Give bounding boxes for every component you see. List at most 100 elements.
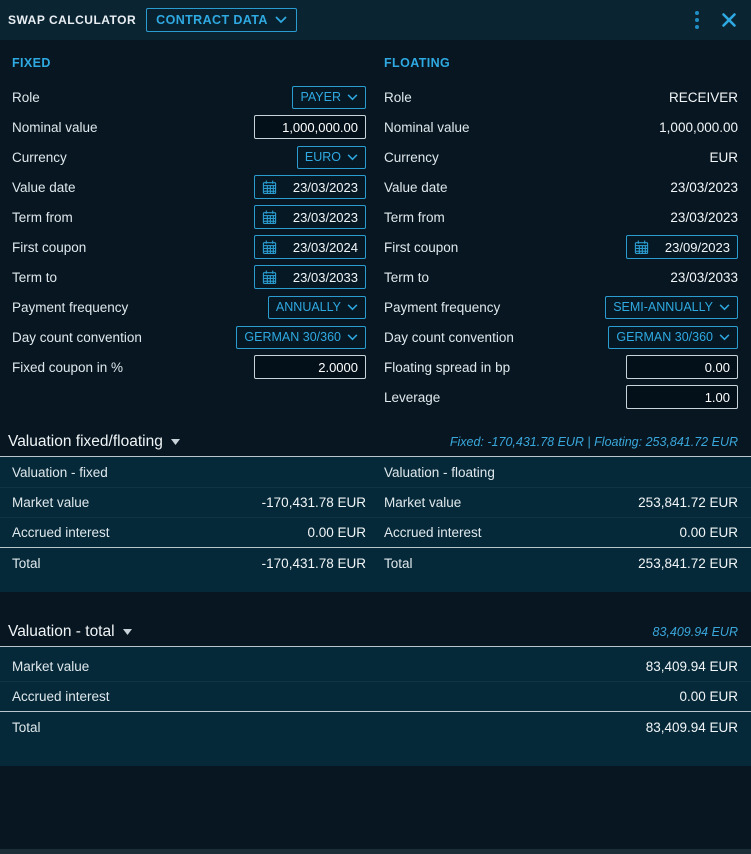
valuation-total-toggle[interactable]: Valuation - total bbox=[8, 623, 132, 641]
payment-frequency-dropdown-value: ANNUALLY bbox=[276, 300, 341, 314]
first-coupon-datepicker[interactable]: 23/09/2023 bbox=[626, 235, 738, 259]
leverage-input[interactable] bbox=[626, 385, 738, 409]
fixed-column: FIXED Role PAYER Nominal value Currency … bbox=[12, 56, 366, 412]
date-value: 23/03/2023 bbox=[283, 180, 358, 195]
market-value-band: Market value -170,431.78 EUR Market valu… bbox=[0, 487, 751, 517]
valuation-fixed-floating-panel: Valuation - fixed Valuation - floating M… bbox=[0, 457, 751, 592]
field-row-floating-spread: Floating spread in bp bbox=[384, 352, 738, 382]
floating-spread-input[interactable] bbox=[626, 355, 738, 379]
field-row-currency: Currency EURO bbox=[12, 142, 366, 172]
row-label: Market value bbox=[12, 495, 89, 510]
field-label: Value date bbox=[384, 180, 448, 195]
day-count-dropdown-value: GERMAN 30/360 bbox=[244, 330, 341, 344]
payment-frequency-dropdown[interactable]: SEMI-ANNUALLY bbox=[605, 296, 738, 319]
total-value: 253,841.72 EUR bbox=[638, 556, 738, 571]
window-bottom-edge bbox=[0, 849, 751, 854]
valuation-fixed-floating-toggle[interactable]: Valuation fixed/floating bbox=[8, 433, 180, 451]
caret-down-icon bbox=[123, 629, 132, 635]
field-label: Role bbox=[12, 90, 40, 105]
nominal-value: 1,000,000.00 bbox=[659, 120, 738, 135]
calendar-icon bbox=[262, 240, 277, 255]
value-date-datepicker[interactable]: 23/03/2023 bbox=[254, 175, 366, 199]
field-row-term-from: Term from 23/03/2023 bbox=[12, 202, 366, 232]
field-label: Payment frequency bbox=[384, 300, 500, 315]
field-row-day-count: Day count convention GERMAN 30/360 bbox=[384, 322, 738, 352]
contract-data-dropdown[interactable]: CONTRACT DATA bbox=[146, 8, 297, 32]
field-row-value-date: Value date 23/03/2023 bbox=[12, 172, 366, 202]
field-row-term-to: Term to 23/03/2033 bbox=[384, 262, 738, 292]
field-label: Fixed coupon in % bbox=[12, 360, 123, 375]
day-count-convention-dropdown[interactable]: GERMAN 30/360 bbox=[236, 326, 366, 349]
payment-frequency-dropdown-value: SEMI-ANNUALLY bbox=[613, 300, 713, 314]
day-count-dropdown-value: GERMAN 30/360 bbox=[616, 330, 713, 344]
valuation-floating-header: Valuation - floating bbox=[384, 465, 495, 480]
field-label: Day count convention bbox=[12, 330, 142, 345]
field-label: Term from bbox=[12, 210, 73, 225]
calendar-icon bbox=[262, 180, 277, 195]
field-row-term-from: Term from 23/03/2023 bbox=[384, 202, 738, 232]
total-band: Total -170,431.78 EUR Total 253,841.72 E… bbox=[0, 548, 751, 578]
field-label: Floating spread in bp bbox=[384, 360, 510, 375]
caret-down-icon bbox=[171, 439, 180, 445]
field-label: Role bbox=[384, 90, 412, 105]
field-label: Leverage bbox=[384, 390, 440, 405]
floating-column: FLOATING Role RECEIVER Nominal value 1,0… bbox=[384, 56, 738, 412]
field-label: Day count convention bbox=[384, 330, 514, 345]
calendar-icon bbox=[634, 240, 649, 255]
term-from-datepicker[interactable]: 23/03/2023 bbox=[254, 205, 366, 229]
row-value: 83,409.94 EUR bbox=[646, 659, 738, 674]
valuation-summary: Fixed: -170,431.78 EUR | Floating: 253,8… bbox=[450, 435, 738, 449]
row-label: Market value bbox=[384, 495, 461, 510]
section-title: Valuation fixed/floating bbox=[8, 433, 163, 451]
nominal-value-input[interactable] bbox=[254, 115, 366, 139]
field-label: Nominal value bbox=[384, 120, 470, 135]
field-row-value-date: Value date 23/03/2023 bbox=[384, 172, 738, 202]
total-value: -170,431.78 EUR bbox=[262, 556, 366, 571]
date-value: 23/03/2023 bbox=[283, 210, 358, 225]
field-label: Value date bbox=[12, 180, 76, 195]
calendar-icon bbox=[262, 270, 277, 285]
section-title: Valuation - total bbox=[8, 623, 115, 641]
window-title: SWAP CALCULATOR bbox=[8, 13, 136, 27]
section-title-floating: FLOATING bbox=[384, 56, 738, 78]
field-row-fixed-coupon: Fixed coupon in % bbox=[12, 352, 366, 382]
term-from-value: 23/03/2023 bbox=[670, 210, 738, 225]
currency-value: EUR bbox=[709, 150, 738, 165]
contract-form: FIXED Role PAYER Nominal value Currency … bbox=[0, 40, 751, 412]
close-icon[interactable] bbox=[721, 12, 737, 28]
fixed-coupon-input[interactable] bbox=[254, 355, 366, 379]
valuation-header-band: Valuation - fixed Valuation - floating bbox=[0, 457, 751, 487]
row-value: 0.00 EUR bbox=[679, 525, 738, 540]
role-dropdown[interactable]: PAYER bbox=[292, 86, 366, 109]
first-coupon-datepicker[interactable]: 23/03/2024 bbox=[254, 235, 366, 259]
payment-frequency-dropdown[interactable]: ANNUALLY bbox=[268, 296, 366, 319]
accrued-interest-band: Accrued interest 0.00 EUR bbox=[0, 681, 751, 711]
field-label: First coupon bbox=[384, 240, 458, 255]
valuation-total-header: Valuation - total 83,409.94 EUR bbox=[0, 618, 751, 646]
field-row-first-coupon: First coupon 23/09/2023 bbox=[384, 232, 738, 262]
term-to-datepicker[interactable]: 23/03/2033 bbox=[254, 265, 366, 289]
field-label: Term to bbox=[384, 270, 429, 285]
role-value: RECEIVER bbox=[669, 90, 738, 105]
kebab-menu-icon[interactable] bbox=[691, 9, 703, 31]
total-label: Total bbox=[12, 720, 41, 735]
row-label: Accrued interest bbox=[12, 525, 110, 540]
currency-dropdown[interactable]: EURO bbox=[297, 146, 366, 169]
section-title-fixed: FIXED bbox=[12, 56, 366, 78]
row-value: 0.00 EUR bbox=[307, 525, 366, 540]
day-count-convention-dropdown[interactable]: GERMAN 30/360 bbox=[608, 326, 738, 349]
field-label: Term to bbox=[12, 270, 57, 285]
date-value: 23/03/2024 bbox=[283, 240, 358, 255]
field-label: First coupon bbox=[12, 240, 86, 255]
row-value: 253,841.72 EUR bbox=[638, 495, 738, 510]
value-date-value: 23/03/2023 bbox=[670, 180, 738, 195]
field-row-payment-frequency: Payment frequency ANNUALLY bbox=[12, 292, 366, 322]
row-label: Accrued interest bbox=[12, 689, 110, 704]
row-value: -170,431.78 EUR bbox=[262, 495, 366, 510]
field-label: Nominal value bbox=[12, 120, 98, 135]
field-row-nominal-value: Nominal value bbox=[12, 112, 366, 142]
chevron-down-icon bbox=[347, 94, 358, 101]
total-value: 83,409.94 EUR bbox=[646, 720, 738, 735]
row-label: Market value bbox=[12, 659, 89, 674]
row-value: 0.00 EUR bbox=[679, 689, 738, 704]
